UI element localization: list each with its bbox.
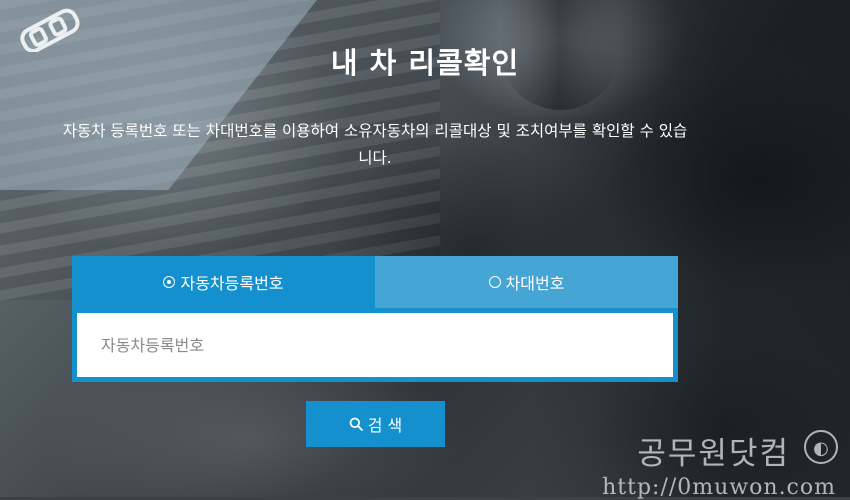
tab-registration-number[interactable]: 자동차등록번호 [72, 256, 375, 308]
radio-selected-icon[interactable] [163, 276, 176, 288]
search-button-label: 검 색 [367, 416, 403, 435]
tab-label: 차대번호 [505, 274, 565, 293]
search-icon [349, 417, 363, 431]
radio-unselected-icon[interactable] [488, 276, 501, 288]
search-input[interactable] [77, 313, 673, 377]
tab-vin[interactable]: 차대번호 [375, 256, 678, 308]
page-title: 내 차 리콜확인 [330, 46, 520, 80]
watermark: 공무원닷컴 http://0muwon.com [602, 428, 836, 500]
watermark-url: http://0muwon.com [602, 475, 836, 500]
tab-label: 자동차등록번호 [180, 274, 284, 293]
search-input-frame [72, 308, 678, 382]
watermark-logo-icon: ◐ [804, 430, 838, 464]
watermark-title: 공무원닷컴 [637, 436, 790, 472]
search-type-tabs: 자동차등록번호 차대번호 [72, 256, 678, 308]
search-button[interactable]: 검 색 [306, 401, 445, 447]
page-description: 자동차 등록번호 또는 차대번호를 이용하여 소유자동차의 리콜대상 및 조치여… [62, 122, 688, 167]
